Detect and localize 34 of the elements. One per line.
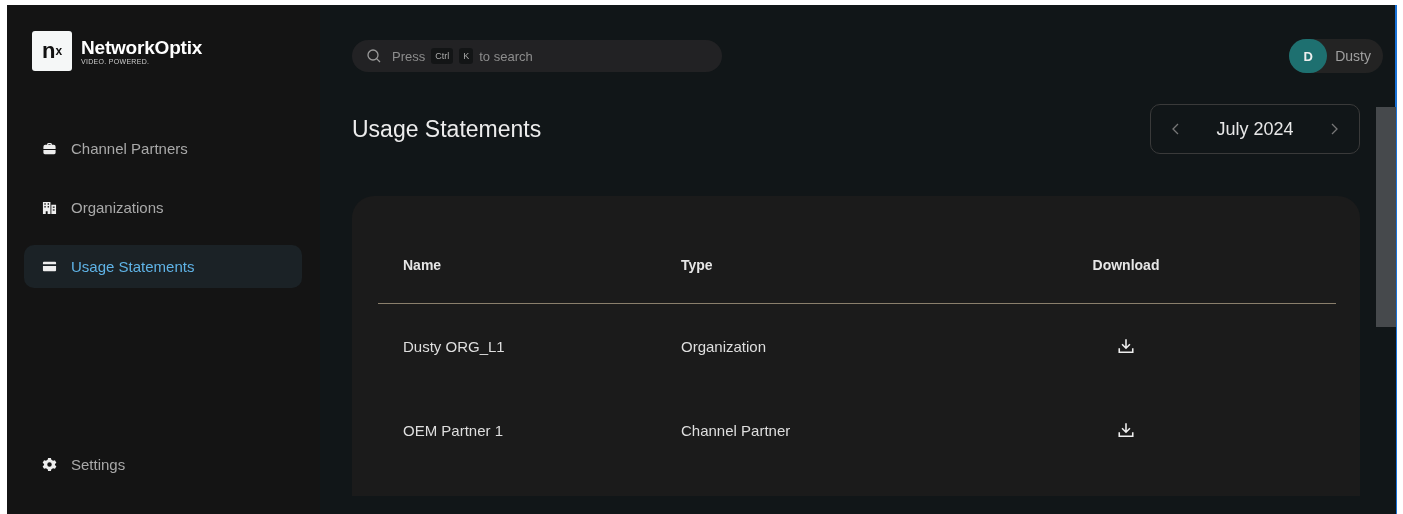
previous-button[interactable] — [1171, 121, 1181, 137]
sidebar-item[interactable]: Organizations — [24, 186, 302, 229]
search-icon — [366, 48, 382, 64]
sidebar-item[interactable]: Settings — [24, 443, 302, 486]
download-icon[interactable] — [1117, 421, 1135, 439]
search-field[interactable]: Press Ctrl K to search — [352, 40, 722, 72]
briefcase-icon — [42, 141, 57, 156]
scrollbar-thumb[interactable] — [1376, 107, 1396, 327]
search-hint: Press — [392, 48, 426, 64]
card-icon — [42, 259, 57, 274]
avatar: D — [1289, 39, 1328, 73]
column-header: Download — [1091, 256, 1161, 273]
table-cell-text: Organization — [681, 337, 768, 355]
sidebar-item[interactable]: Usage Statements — [24, 245, 302, 288]
keyboard-key: Ctrl — [431, 48, 454, 64]
sidebar-item[interactable]: Channel Partners — [24, 127, 302, 170]
month-label: July 2024 — [1216, 118, 1294, 140]
keyboard-key: K — [459, 48, 474, 64]
table-cell-text: OEM Partner 1 — [403, 421, 505, 439]
download-icon[interactable] — [1117, 337, 1135, 355]
table-cell-text: Channel Partner — [681, 421, 792, 439]
chevron-right-icon — [1329, 121, 1339, 137]
next-button[interactable] — [1329, 121, 1339, 137]
column-header: Name — [403, 256, 443, 273]
table-cell-text: Dusty ORG_L1 — [403, 337, 506, 355]
logo-mark: n$^{x}$ — [32, 31, 72, 71]
building-icon — [42, 200, 57, 215]
search-hint: to search — [479, 48, 533, 64]
brand-name: NetworkOptix — [81, 37, 203, 59]
page-title: Usage Statements — [352, 115, 542, 143]
chevron-left-icon — [1171, 121, 1181, 137]
column-header: Type — [681, 256, 714, 273]
user-menu[interactable]: D Dusty — [1289, 39, 1383, 73]
settings-icon — [42, 457, 57, 472]
